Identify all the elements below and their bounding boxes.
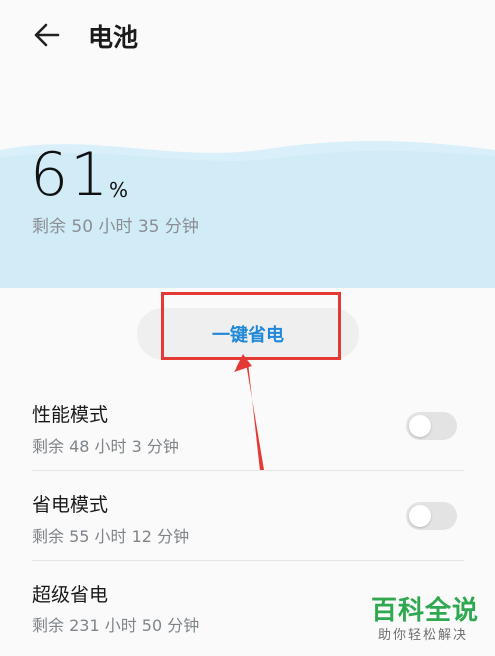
list-item-power-saving-mode[interactable]: 省电模式 剩余 55 小时 12 分钟 bbox=[0, 478, 495, 566]
power-saving-mode-remaining: 剩余 55 小时 12 分钟 bbox=[32, 527, 190, 546]
toggle-knob bbox=[409, 505, 431, 527]
super-power-saving-remaining: 剩余 231 小时 50 分钟 bbox=[32, 616, 200, 635]
divider bbox=[32, 470, 464, 471]
performance-mode-toggle[interactable] bbox=[406, 412, 457, 440]
toggle-knob bbox=[409, 415, 431, 437]
performance-mode-label: 性能模式 bbox=[32, 404, 109, 426]
performance-mode-remaining: 剩余 48 小时 3 分钟 bbox=[32, 437, 179, 456]
watermark-subtitle: 助你轻松解决 bbox=[378, 628, 469, 643]
power-saving-mode-toggle[interactable] bbox=[406, 502, 457, 530]
list-item-performance-mode[interactable]: 性能模式 剩余 48 小时 3 分钟 bbox=[0, 388, 495, 476]
divider bbox=[32, 560, 464, 561]
power-saving-mode-label: 省电模式 bbox=[32, 494, 109, 516]
super-power-saving-label: 超级省电 bbox=[32, 584, 109, 606]
watermark-title: 百科全说 bbox=[371, 596, 480, 626]
